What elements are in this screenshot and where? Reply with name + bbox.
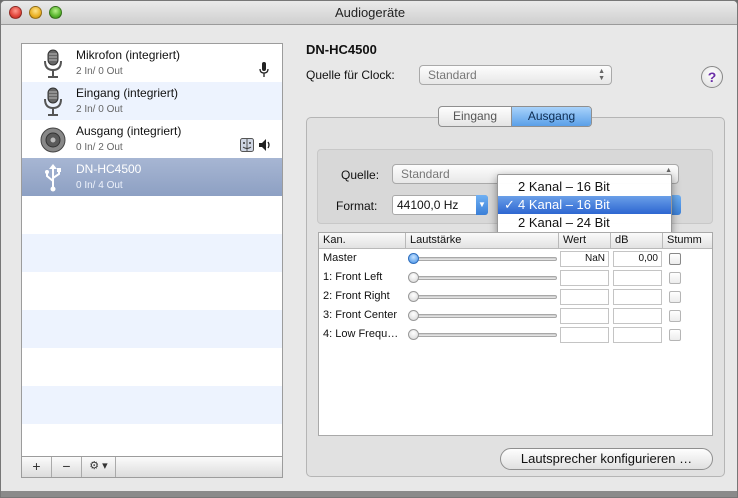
- device-name: Mikrofon (integriert): [76, 48, 181, 62]
- chevron-down-icon: ▼: [476, 195, 488, 215]
- volume-slider-knob[interactable]: [408, 291, 419, 302]
- device-list: Mikrofon (integriert) 2 In/ 0 Out Eingan…: [21, 43, 283, 457]
- db-field[interactable]: [613, 289, 662, 305]
- configure-speakers-button[interactable]: Lautsprecher konfigurieren …: [500, 448, 713, 470]
- menu-item-label: 4 Kanal – 16 Bit: [518, 197, 610, 212]
- title-bar: Audiogeräte: [1, 1, 737, 25]
- format-value: 44100,0 Hz: [397, 198, 459, 212]
- volume-slider-knob[interactable]: [408, 310, 419, 321]
- device-channels: 2 In/ 0 Out: [76, 66, 123, 77]
- device-channels: 0 In/ 2 Out: [76, 142, 123, 153]
- usb-icon: [45, 164, 61, 192]
- channel-name: Master: [323, 252, 357, 264]
- wert-field[interactable]: [560, 327, 609, 343]
- device-channels: 0 In/ 4 Out: [76, 180, 123, 191]
- system-output-finder-icon: [240, 138, 254, 152]
- db-field[interactable]: [613, 270, 662, 286]
- format-label: Format:: [336, 199, 378, 213]
- volume-slider-track: [411, 295, 557, 299]
- volume-slider-track: [411, 314, 557, 318]
- empty-row: [22, 234, 282, 272]
- clock-source-label: Quelle für Clock:: [306, 68, 395, 82]
- device-row-dn-hc4500[interactable]: DN-HC4500 0 In/ 4 Out: [22, 158, 282, 196]
- desktop-strip: [1, 491, 737, 497]
- menu-item-label: 2 Kanal – 16 Bit: [518, 179, 610, 194]
- volume-slider-knob[interactable]: [408, 329, 419, 340]
- menu-item-4ch-16bit[interactable]: ✓ 4 Kanal – 16 Bit: [498, 196, 671, 214]
- device-channels: 2 In/ 0 Out: [76, 104, 123, 115]
- input-output-tabs: Eingang Ausgang: [438, 106, 592, 127]
- db-field[interactable]: 0,00: [613, 251, 662, 267]
- db-field[interactable]: [613, 308, 662, 324]
- audio-devices-window: Audiogeräte Mikrofon (integriert) 2 In/ …: [0, 0, 738, 498]
- volume-slider-track: [411, 276, 557, 280]
- microphone-icon: [44, 49, 62, 78]
- menu-item-2ch-16bit[interactable]: 2 Kanal – 16 Bit: [498, 178, 671, 196]
- empty-row: [22, 424, 282, 456]
- mute-checkbox[interactable]: [669, 253, 681, 265]
- wert-field[interactable]: [560, 289, 609, 305]
- header-db[interactable]: dB: [611, 233, 663, 249]
- clock-source-value: Standard: [428, 68, 477, 82]
- device-row-mikrofon[interactable]: Mikrofon (integriert) 2 In/ 0 Out: [22, 44, 282, 82]
- clock-source-select[interactable]: Standard ▲ ▼: [419, 65, 612, 85]
- device-name: Eingang (integriert): [76, 86, 179, 100]
- empty-row: [22, 272, 282, 310]
- channel-name: 1: Front Left: [323, 271, 383, 283]
- updown-arrows-icon: ▲▼: [598, 68, 605, 82]
- action-menu-button[interactable]: ⚙ ▾: [82, 457, 116, 477]
- mute-checkbox[interactable]: [669, 272, 681, 284]
- wert-field[interactable]: NaN: [560, 251, 609, 267]
- tab-ausgang[interactable]: Ausgang: [512, 107, 591, 126]
- tab-eingang[interactable]: Eingang: [439, 107, 512, 126]
- empty-row: [22, 386, 282, 424]
- empty-row: [22, 310, 282, 348]
- help-button[interactable]: ?: [701, 66, 723, 88]
- menu-item-label: 2 Kanal – 24 Bit: [518, 215, 610, 230]
- wert-field[interactable]: [560, 270, 609, 286]
- volume-slider-knob[interactable]: [408, 253, 419, 264]
- channel-format-menu: 2 Kanal – 16 Bit ✓ 4 Kanal – 16 Bit 2 Ka…: [497, 174, 672, 235]
- wert-field[interactable]: [560, 308, 609, 324]
- source-value: Standard: [401, 167, 450, 181]
- mute-checkbox[interactable]: [669, 310, 681, 322]
- window-title: Audiogeräte: [334, 5, 406, 20]
- mute-checkbox[interactable]: [669, 329, 681, 341]
- speaker-icon: [40, 127, 66, 153]
- channel-name: 2: Front Right: [323, 290, 390, 302]
- device-row-eingang[interactable]: Eingang (integriert) 2 In/ 0 Out: [22, 82, 282, 120]
- header-wert[interactable]: Wert: [559, 233, 611, 249]
- device-title: DN-HC4500: [306, 42, 377, 57]
- header-stumm[interactable]: Stumm: [663, 233, 712, 249]
- device-row-ausgang[interactable]: Ausgang (integriert) 0 In/ 2 Out: [22, 120, 282, 158]
- remove-device-button[interactable]: −: [52, 457, 82, 477]
- empty-row: [22, 196, 282, 234]
- device-name: Ausgang (integriert): [76, 124, 182, 138]
- channel-name: 3: Front Center: [323, 309, 397, 321]
- empty-row: [22, 348, 282, 386]
- device-name: DN-HC4500: [76, 162, 142, 176]
- volume-slider-track: [411, 257, 557, 261]
- db-field[interactable]: [613, 327, 662, 343]
- header-lautstaerke[interactable]: Lautstärke: [406, 233, 559, 249]
- volume-slider-knob[interactable]: [408, 272, 419, 283]
- mute-checkbox[interactable]: [669, 291, 681, 303]
- volume-table: Kan. Lautstärke Wert dB Stumm Master NaN…: [318, 232, 713, 436]
- add-device-button[interactable]: +: [22, 457, 52, 477]
- format-select[interactable]: 44100,0 Hz ▼: [392, 195, 488, 215]
- menu-item-2ch-24bit[interactable]: 2 Kanal – 24 Bit: [498, 214, 671, 232]
- default-output-speaker-icon: [259, 139, 270, 151]
- channel-name: 4: Low Frequ…: [323, 328, 399, 340]
- volume-slider-track: [411, 333, 557, 337]
- default-input-microphone-icon: [259, 62, 269, 77]
- microphone-icon: [44, 87, 62, 116]
- device-list-toolbar: + − ⚙ ▾: [21, 457, 283, 478]
- source-label: Quelle:: [341, 168, 380, 182]
- checkmark-icon: ✓: [504, 197, 515, 212]
- header-kan[interactable]: Kan.: [319, 233, 406, 249]
